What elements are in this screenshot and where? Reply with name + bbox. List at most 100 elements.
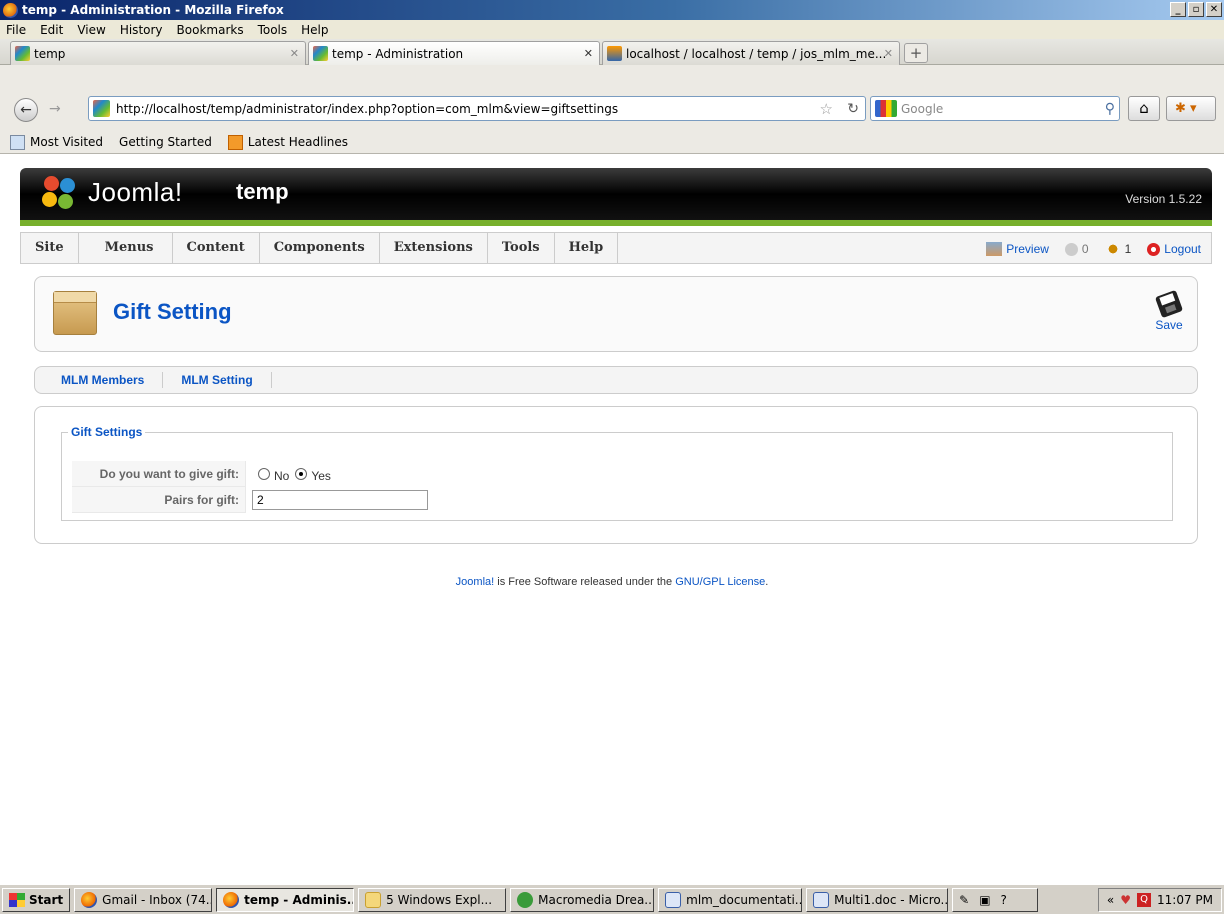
admin-menu-help[interactable]: Help	[555, 232, 619, 264]
firefox-icon	[3, 2, 18, 18]
addon-button[interactable]: ✱ ▾	[1166, 96, 1216, 121]
bookmark-getting-started[interactable]: Getting Started	[0, 135, 212, 300]
pairs-row: Pairs for gift:	[72, 487, 428, 513]
fieldset-legend: Gift Settings	[71, 425, 143, 439]
tab-temp[interactable]: temp ✕	[10, 41, 306, 65]
phpmyadmin-favicon-icon	[607, 46, 622, 61]
forward-button[interactable]: →	[49, 101, 61, 117]
firefox-icon	[223, 891, 240, 908]
word-doc-icon	[665, 891, 682, 908]
help-icon[interactable]: ?	[1001, 893, 1007, 907]
menu-view[interactable]: View	[71, 23, 113, 37]
menu-bookmarks[interactable]: Bookmarks	[171, 23, 252, 37]
chat-icon[interactable]: ▣	[979, 893, 990, 907]
admin-menu-content[interactable]: Content	[173, 232, 260, 264]
url-bar[interactable]: http://localhost/temp/administrator/inde…	[88, 96, 866, 121]
save-button[interactable]: Save	[1151, 289, 1187, 332]
preview-link[interactable]: Preview	[986, 242, 1049, 256]
menu-history[interactable]: History	[114, 23, 171, 37]
network-icon[interactable]: ♥	[1120, 893, 1131, 907]
admin-menu-site[interactable]: Site	[21, 232, 79, 264]
taskbar-item-mlm-doc[interactable]: mlm_documentati...	[658, 887, 803, 912]
window-title: temp - Administration - Mozilla Firefox	[22, 3, 284, 17]
windows-logo-icon	[9, 892, 25, 907]
browser-menubar: File Edit View History Bookmarks Tools H…	[0, 20, 1224, 39]
preview-label: Preview	[1006, 242, 1049, 256]
users-status[interactable]: 1	[1104, 242, 1131, 256]
menu-tools[interactable]: Tools	[252, 23, 296, 37]
back-button[interactable]: ←	[14, 98, 38, 122]
admin-menu-menus[interactable]: Menus	[79, 232, 173, 264]
taskbar-item-label: Multi1.doc - Micro...	[834, 892, 949, 907]
dreamweaver-icon	[517, 891, 534, 908]
joomla-favicon-icon	[15, 46, 30, 61]
menu-edit[interactable]: Edit	[34, 23, 71, 37]
antivirus-icon[interactable]: Q	[1137, 893, 1151, 907]
bookmark-most-visited[interactable]: Most Visited	[10, 134, 104, 150]
bookmark-label: Most Visited	[30, 135, 104, 149]
admin-menu-components[interactable]: Components	[260, 232, 380, 264]
tab-strip: temp ✕ temp - Administration ✕ localhost…	[0, 39, 1224, 65]
submenu-mlm-setting[interactable]: MLM Setting	[163, 372, 272, 388]
minimize-button[interactable]: _	[1170, 2, 1186, 17]
window-controls: _ ▫ ✕	[1170, 2, 1222, 17]
taskbar-item-gmail[interactable]: Gmail - Inbox (74...	[74, 887, 213, 912]
save-icon	[1154, 289, 1184, 319]
clock[interactable]: 11:07 PM	[1157, 893, 1213, 907]
tab-label: temp	[34, 46, 66, 61]
search-bar[interactable]: Google ⚲	[870, 96, 1120, 121]
taskbar-item-dreamweaver[interactable]: Macromedia Drea...	[510, 887, 655, 912]
home-button[interactable]: ⌂	[1128, 96, 1160, 121]
tray-expand-icon[interactable]: «	[1107, 893, 1114, 907]
system-tray: « ♥ Q 11:07 PM	[1097, 888, 1222, 912]
messages-status[interactable]: 0	[1064, 242, 1089, 256]
footer-suffix: .	[765, 576, 769, 588]
admin-status-bar: Preview 0 1 Logout	[986, 233, 1201, 265]
joomla-brand: Joomla!	[88, 177, 183, 207]
component-submenu: MLM Members MLM Setting	[34, 366, 1198, 394]
menu-file[interactable]: File	[0, 23, 34, 37]
submenu-mlm-members[interactable]: MLM Members	[35, 372, 164, 388]
tab-close-icon[interactable]: ✕	[584, 47, 593, 60]
admin-menu: Site Menus Content Components Extensions…	[20, 232, 1212, 264]
window-titlebar: temp - Administration - Mozilla Firefox …	[0, 0, 1224, 20]
google-engine-icon[interactable]	[875, 100, 897, 117]
search-icon[interactable]: ⚲	[1105, 101, 1115, 117]
tool-icon[interactable]: ✎	[959, 893, 969, 907]
bookmark-star-icon[interactable]: ☆	[820, 100, 833, 118]
tab-label: localhost / localhost / temp / jos_mlm_m…	[626, 46, 887, 61]
tab-temp-administration[interactable]: temp - Administration ✕	[308, 41, 600, 65]
site-identity-icon[interactable]	[93, 100, 110, 117]
logout-link[interactable]: Logout	[1147, 242, 1201, 256]
pairs-input[interactable]	[252, 490, 428, 510]
taskbar-item-label: Gmail - Inbox (74...	[102, 892, 213, 907]
tab-close-icon[interactable]: ✕	[884, 47, 893, 60]
bookmark-label: Getting Started	[119, 135, 212, 149]
tab-phpmyadmin[interactable]: localhost / localhost / temp / jos_mlm_m…	[602, 41, 900, 65]
footer-text: is Free Software released under the	[494, 576, 676, 588]
taskbar-item-multi1-doc[interactable]: Multi1.doc - Micro...	[806, 887, 949, 912]
taskbar-item-temp-admin[interactable]: temp - Adminis...	[216, 887, 355, 912]
new-tab-button[interactable]: +	[904, 43, 928, 63]
start-button[interactable]: Start	[2, 887, 71, 912]
admin-menu-extensions[interactable]: Extensions	[380, 232, 488, 264]
give-gift-options: No Yes	[246, 467, 331, 483]
joomla-favicon-icon	[313, 46, 328, 61]
menu-help[interactable]: Help	[295, 23, 336, 37]
version-label: Version 1.5.22	[1125, 192, 1202, 206]
admin-menu-tools[interactable]: Tools	[488, 232, 555, 264]
maximize-button[interactable]: ▫	[1188, 2, 1204, 17]
radio-yes-label: Yes	[311, 469, 331, 483]
taskbar-item-label: Macromedia Drea...	[538, 892, 655, 907]
taskbar-item-explorer[interactable]: 5 Windows Expl...	[358, 887, 507, 912]
reload-icon[interactable]: ↻	[847, 101, 859, 117]
license-link[interactable]: GNU/GPL License	[675, 576, 765, 588]
radio-yes[interactable]	[295, 468, 308, 480]
joomla-link[interactable]: Joomla!	[456, 576, 495, 588]
radio-no[interactable]	[258, 468, 270, 480]
tab-close-icon[interactable]: ✕	[290, 47, 299, 60]
folder-icon	[365, 891, 382, 908]
give-gift-label: Do you want to give gift:	[72, 461, 246, 487]
close-button[interactable]: ✕	[1206, 2, 1222, 17]
bookmark-latest-headlines[interactable]: Latest Headlines	[227, 134, 348, 150]
